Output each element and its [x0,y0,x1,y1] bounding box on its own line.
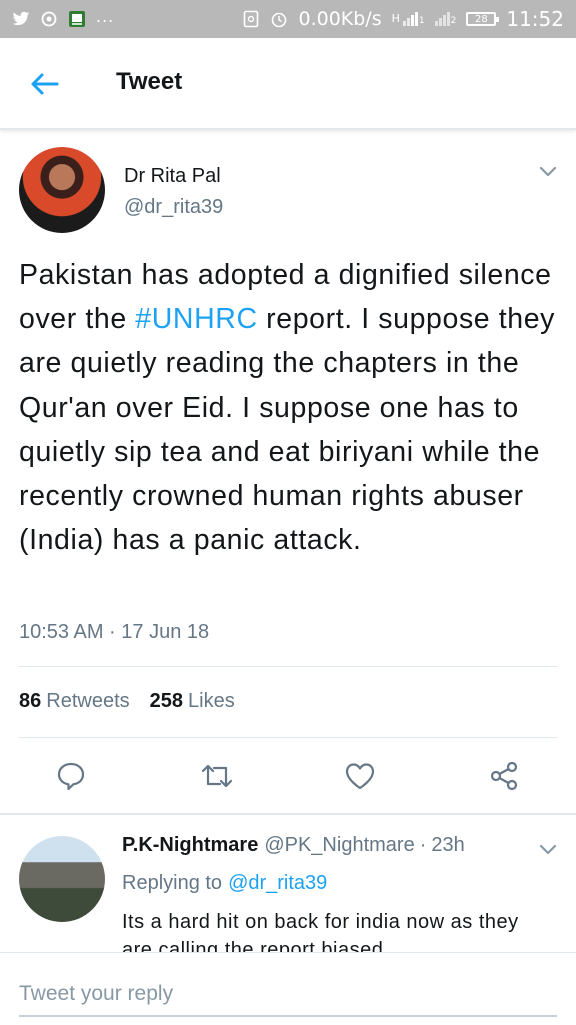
reply-author-name[interactable]: P.K-Nightmare [122,834,258,856]
retweets-label: Retweets [46,690,130,712]
replying-mention-link[interactable]: @dr_rita39 [228,872,327,894]
reply-author-avatar[interactable] [19,836,105,922]
reply-separator: · [419,834,427,856]
more-notifications-indicator: ... [96,6,115,26]
hashtag-link[interactable]: #UNHRC [135,303,257,335]
tweet-stats: 86 Retweets 258 Likes [19,690,235,713]
chevron-down-icon [539,844,557,855]
screenshot-icon [242,10,260,28]
reply-header: P.K-Nightmare @PK_Nightmare · 23h [122,834,465,857]
retweet-icon [201,764,233,788]
tweet-text: Pakistan has adopted a dignified silence… [19,253,559,562]
reply-composer [0,952,576,1025]
author-name[interactable]: Dr Rita Pal [124,165,221,188]
author-avatar[interactable] [19,147,105,233]
share-button[interactable] [486,758,522,794]
replying-label: Replying to [122,872,223,894]
status-bar-left: ... [12,6,115,28]
battery-icon: 28 [466,12,500,26]
author-handle[interactable]: @dr_rita39 [124,196,223,219]
reply-menu-button[interactable] [536,838,560,862]
likes-stat[interactable]: 258 Likes [150,690,235,713]
status-bar-right: 0.00Kb/s H 1 2 28 11:52 [242,7,564,31]
page-title: Tweet [116,68,183,95]
heart-icon [345,763,375,790]
replying-to: Replying to @dr_rita39 [122,872,327,895]
divider [19,737,557,738]
tweet-text-part: report. I suppose they are quietly readi… [19,303,556,557]
retweet-button[interactable] [199,758,235,794]
reply-input[interactable] [19,973,557,1017]
book-app-icon [68,10,86,28]
tweet-timestamp: 10:53 AM · 17 Jun 18 [19,621,210,643]
likes-label: Likes [188,690,235,712]
reply-author-handle[interactable]: @PK_Nightmare [264,834,414,856]
back-button[interactable] [26,66,62,102]
status-bar: ... 0.00Kb/s H 1 2 28 11:52 [0,0,576,38]
reply-icon [57,762,85,791]
section-separator [0,813,576,815]
retweets-stat[interactable]: 86 Retweets [19,690,130,713]
likes-count: 258 [149,690,183,712]
clock: 11:52 [506,7,564,31]
signal-bars-icon: 2 [434,12,456,26]
retweets-count: 86 [19,690,42,712]
alarm-clock-icon [270,10,288,28]
battery-level: 28 [474,13,488,25]
record-icon [40,10,58,28]
divider [19,666,557,667]
arrow-left-icon [31,73,59,95]
share-icon [490,761,518,791]
reply-button[interactable] [53,758,89,794]
reply-text: Its a hard hit on back for india now as … [122,911,519,954]
signal-h-icon: H 1 [391,12,425,26]
network-speed: 0.00Kb/s [298,8,382,30]
twitter-bird-icon [12,10,30,28]
chevron-down-icon [539,166,557,177]
top-app-bar: Tweet [0,38,576,130]
like-button[interactable] [342,758,378,794]
reply-time: 23h [431,834,465,856]
tweet-menu-button[interactable] [536,160,560,184]
